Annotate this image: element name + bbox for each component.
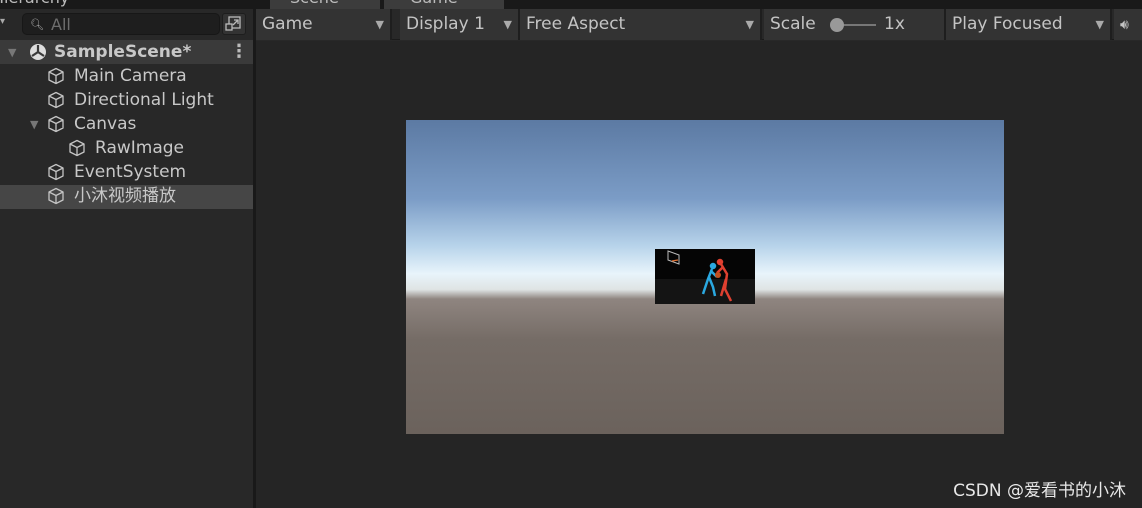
gameobject-cube-icon bbox=[68, 139, 86, 161]
watermark: CSDN @爱看书的小沐 bbox=[953, 481, 1126, 501]
gameobject-cube-icon bbox=[47, 91, 65, 113]
hierarchy-search-input[interactable]: 🔍︎ All bbox=[22, 13, 220, 35]
scale-value: 1x bbox=[884, 14, 905, 34]
scale-label: Scale bbox=[770, 14, 816, 34]
hierarchy-item[interactable]: Main Camera bbox=[74, 64, 253, 88]
raw-image-video bbox=[655, 249, 755, 304]
more-options-icon[interactable]: ⋮ bbox=[230, 40, 248, 64]
scene-name: SampleScene* bbox=[54, 42, 192, 62]
search-placeholder: All bbox=[51, 15, 71, 34]
gameobject-cube-icon bbox=[47, 187, 65, 209]
hierarchy-item[interactable]: Directional Light bbox=[74, 88, 253, 112]
play-mode-label: Play Focused bbox=[952, 14, 1063, 34]
chevron-down-icon: ▼ bbox=[1095, 18, 1104, 31]
open-window-icon bbox=[225, 16, 241, 31]
hierarchy-item[interactable]: 小沐视频播放 bbox=[74, 184, 253, 208]
speaker-icon: 🔊︎ bbox=[1120, 17, 1129, 33]
mute-audio-button[interactable]: 🔊︎ bbox=[1114, 9, 1142, 40]
expand-arrow-icon[interactable]: ▼ bbox=[30, 118, 38, 131]
game-mode-dropdown[interactable]: Game ▼ bbox=[256, 9, 392, 40]
display-dropdown[interactable]: Display 1 ▼ bbox=[400, 9, 520, 40]
hierarchy-item[interactable]: EventSystem bbox=[74, 160, 253, 184]
unity-scene-icon bbox=[28, 42, 48, 62]
chevron-down-icon: ▼ bbox=[503, 18, 512, 31]
tab-hierarchy[interactable]: Hierarchy bbox=[0, 0, 92, 9]
hierarchy-item[interactable]: Canvas bbox=[74, 112, 253, 136]
gameobject-cube-icon bbox=[47, 115, 65, 137]
chevron-down-icon: ▼ bbox=[745, 18, 754, 31]
gameobject-cube-icon bbox=[47, 67, 65, 89]
add-dropdown-caret-icon[interactable]: ▾ bbox=[0, 16, 5, 27]
play-mode-dropdown[interactable]: Play Focused ▼ bbox=[946, 9, 1112, 40]
scale-slider-handle[interactable] bbox=[830, 18, 844, 32]
display-label: Display 1 bbox=[406, 14, 485, 34]
tab-game[interactable]: Game bbox=[384, 0, 504, 9]
tab-scene[interactable]: Scene bbox=[270, 0, 380, 9]
aspect-dropdown[interactable]: Free Aspect ▼ bbox=[520, 9, 762, 40]
hierarchy-item[interactable]: RawImage bbox=[95, 136, 253, 160]
scale-control: Scale 1x bbox=[764, 9, 946, 40]
chevron-down-icon: ▼ bbox=[375, 18, 384, 31]
aspect-label: Free Aspect bbox=[526, 14, 626, 34]
scene-visibility-button[interactable] bbox=[222, 13, 246, 35]
game-mode-label: Game bbox=[262, 14, 313, 34]
search-icon: 🔍︎ bbox=[30, 18, 44, 31]
gameobject-cube-icon bbox=[47, 163, 65, 185]
expand-arrow-icon[interactable]: ▼ bbox=[8, 46, 16, 59]
window-tab-bar bbox=[0, 0, 1142, 9]
